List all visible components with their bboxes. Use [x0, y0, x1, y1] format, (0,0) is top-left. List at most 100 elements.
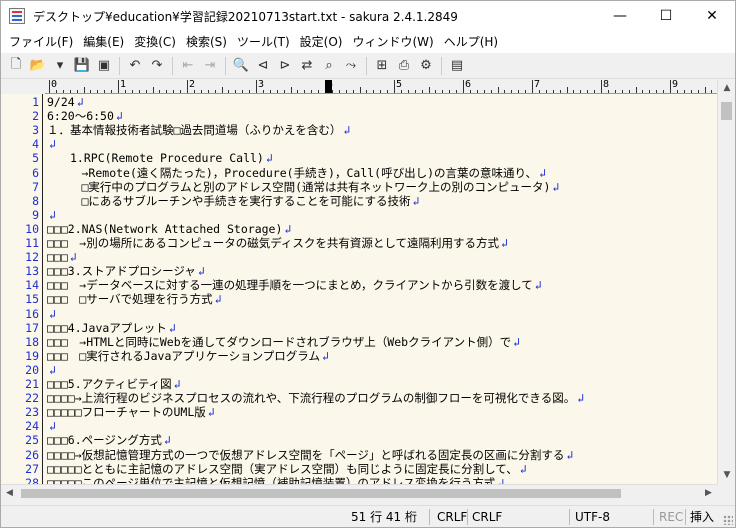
encoding-indicator[interactable]: UTF-8: [575, 509, 610, 525]
close-button[interactable]: ✕: [689, 1, 735, 31]
redo-icon[interactable]: ↷: [146, 55, 168, 77]
menu-convert[interactable]: 変換(C): [129, 32, 181, 52]
editor-line[interactable]: 5 1.RPC(Remote Procedure Call) ↲: [1, 151, 717, 165]
print-preview-icon[interactable]: ⎙: [393, 55, 415, 77]
editor-line[interactable]: 25 □□□6.ページング方式 ↲: [1, 433, 717, 447]
sakura-editor-window: デスクトップ¥education¥学習記録20210713start.txt -…: [0, 0, 736, 528]
eol-mark-icon: ↲: [501, 236, 508, 250]
search-prev-icon[interactable]: ⊲: [252, 55, 274, 77]
editor-line[interactable]: 26 □□□□→仮想記憶管理方式の一つで仮想アドレス空間を「ページ」と呼ばれる固定…: [1, 448, 717, 462]
horizontal-scroll-thumb[interactable]: [21, 489, 621, 498]
save-all-icon[interactable]: ▣: [93, 55, 115, 77]
ruler-tick: [145, 90, 147, 93]
editor-line[interactable]: 2 6:20〜6:50 ↲: [1, 109, 717, 123]
menu-window[interactable]: ウィンドウ(W): [347, 32, 438, 52]
title-bar[interactable]: デスクトップ¥education¥学習記録20210713start.txt -…: [1, 1, 735, 31]
editor-line[interactable]: 6 →Remote(遠く隔たった)，Procedure(手続き)，Call(呼び…: [1, 166, 717, 180]
editor-line[interactable]: 3 １．基本情報技術者試験□過去問道場（ふりかえを含む） ↲: [1, 123, 717, 137]
editor-line[interactable]: 11 □□□ →別の場所にあるコンピュータの磁気ディスクを共有資源として遠隔利用す…: [1, 236, 717, 250]
vertical-scrollbar[interactable]: ▲ ▼: [717, 80, 735, 484]
editor-line[interactable]: 16 ↲: [1, 307, 717, 321]
ruler-tick: [566, 87, 568, 93]
open-folder-icon[interactable]: 📂: [27, 55, 49, 77]
forward-icon[interactable]: ⇥: [199, 55, 221, 77]
ruler-label: 8: [603, 80, 610, 90]
ruler-tick: [552, 90, 554, 93]
editor-line[interactable]: 12 □□□ ↲: [1, 250, 717, 264]
compare-icon[interactable]: ⊞: [371, 55, 393, 77]
menu-settings[interactable]: 設定(O): [295, 32, 348, 52]
scroll-up-arrow-icon[interactable]: ▲: [718, 80, 736, 97]
menu-edit[interactable]: 編集(E): [78, 32, 129, 52]
insert-mode-indicator[interactable]: 挿入: [690, 509, 714, 525]
settings-icon[interactable]: ⚙: [415, 55, 437, 77]
eol-indicator-2[interactable]: CRLF: [472, 509, 502, 525]
tag-jump-icon[interactable]: ⤳: [340, 55, 362, 77]
replace-icon[interactable]: ⇄: [296, 55, 318, 77]
editor-line[interactable]: 22 □□□□→上流行程のビジネスプロセスの流れや、下流行程のプログラムの制御フロ…: [1, 391, 717, 405]
editor-line[interactable]: 8 □にあるサブルーチンや手続きを実行することを可能にする技術 ↲: [1, 194, 717, 208]
editor-line[interactable]: 23 □□□□□フローチャートのUML版 ↲: [1, 405, 717, 419]
editor-line[interactable]: 1 9/24 ↲: [1, 95, 717, 109]
line-content: □□□ □サーバで処理を行う方式: [47, 292, 213, 307]
line-text: □にあるサブルーチンや手続きを実行することを可能にする技術 ↲: [47, 194, 419, 208]
text-editor[interactable]: 1 9/24 ↲ 2 6:20〜6:50 ↲ 3 １．基本情報技術者試験□過去問道場（ふりかえ…: [1, 94, 717, 484]
line-content: □実行中のプログラムと別のアドレス空間(通常は共有ネットワーク上の別のコンピュー…: [47, 179, 551, 194]
ruler-tick: [690, 90, 692, 93]
editor-line[interactable]: 10 □□□2.NAS(Network Attached Storage) ↲: [1, 222, 717, 236]
eol-mark-icon: ↲: [168, 320, 176, 335]
editor-line[interactable]: 18 □□□ →HTMLと同時にWebを通してダウンロードされブラウザ上（Webク…: [1, 335, 717, 349]
eol-indicator[interactable]: CRLF: [437, 509, 467, 525]
search-icon[interactable]: 🔍: [230, 55, 252, 77]
vertical-scroll-thumb[interactable]: [721, 102, 732, 120]
line-text: １．基本情報技術者試験□過去問道場（ふりかえを含む） ↲: [47, 123, 350, 137]
minimize-button[interactable]: —: [597, 1, 643, 31]
editor-line[interactable]: 19 □□□ □実行されるJavaアプリケーションプログラム ↲: [1, 349, 717, 363]
outline-icon[interactable]: ▤: [446, 55, 468, 77]
eol-mark-icon: ↲: [49, 306, 56, 321]
menu-tools[interactable]: ツール(T): [232, 32, 295, 52]
ruler-tick: [297, 90, 299, 93]
resize-grip-icon[interactable]: [723, 515, 733, 525]
undo-icon[interactable]: ↶: [124, 55, 146, 77]
line-number: 6: [32, 165, 39, 180]
maximize-button[interactable]: ☐: [643, 1, 689, 31]
ruler-tick: [111, 90, 113, 93]
menu-help[interactable]: ヘルプ(H): [439, 32, 503, 52]
editor-line[interactable]: 14 □□□ →データベースに対する一連の処理手順を一つにまとめ，クライアントから…: [1, 278, 717, 292]
editor-line[interactable]: 20 ↲: [1, 363, 717, 377]
editor-line[interactable]: 24 ↲: [1, 419, 717, 433]
editor-line[interactable]: 15 □□□ □サーバで処理を行う方式 ↲: [1, 292, 717, 306]
rec-indicator[interactable]: REC: [659, 509, 683, 525]
editor-line[interactable]: 17 □□□4.Javaアプレット ↲: [1, 321, 717, 335]
editor-line[interactable]: 9 ↲: [1, 208, 717, 222]
save-icon[interactable]: 💾: [71, 55, 93, 77]
search-next-icon[interactable]: ⊳: [274, 55, 296, 77]
eol-mark-icon: ↲: [49, 362, 56, 377]
editor-line[interactable]: 13 □□□3.ストアドプロシージャ ↲: [1, 264, 717, 278]
editor-line[interactable]: 7 □実行中のプログラムと別のアドレス空間(通常は共有ネットワーク上の別のコンピ…: [1, 180, 717, 194]
dropdown-arrow-icon[interactable]: ▾: [49, 55, 71, 77]
horizontal-scrollbar[interactable]: ◀ ▶: [1, 484, 717, 501]
scroll-left-arrow-icon[interactable]: ◀: [1, 485, 18, 502]
menu-file[interactable]: ファイル(F): [4, 32, 78, 52]
line-number: 15: [25, 292, 39, 307]
editor-line[interactable]: 28 □□□□□このページ単位で主記憶と仮想記憶（補助記憶装置）のアドレス変換を行…: [1, 476, 717, 484]
scroll-down-arrow-icon[interactable]: ▼: [718, 467, 736, 484]
toolbar-separator: [441, 56, 442, 75]
editor-line[interactable]: 21 □□□5.アクティビティ図 ↲: [1, 377, 717, 391]
menu-search[interactable]: 検索(S): [181, 32, 232, 52]
editor-line[interactable]: 27 □□□□□とともに主記憶のアドレス空間（実アドレス空間）も同じように固定長に…: [1, 462, 717, 476]
ruler-tick: [497, 87, 499, 93]
ruler-tick: [559, 90, 561, 93]
eol-mark-icon: ↲: [412, 193, 420, 208]
back-icon[interactable]: ⇤: [177, 55, 199, 77]
ruler-tick: [483, 90, 485, 93]
eol-mark-icon: ↲: [284, 221, 292, 236]
grep-icon[interactable]: ⌕: [318, 55, 340, 77]
new-file-icon[interactable]: 🗋: [5, 55, 27, 77]
status-divider: [653, 509, 654, 525]
editor-line[interactable]: 4 ↲: [1, 137, 717, 151]
ruler: 0123456789: [45, 80, 717, 94]
scroll-right-arrow-icon[interactable]: ▶: [700, 485, 717, 502]
